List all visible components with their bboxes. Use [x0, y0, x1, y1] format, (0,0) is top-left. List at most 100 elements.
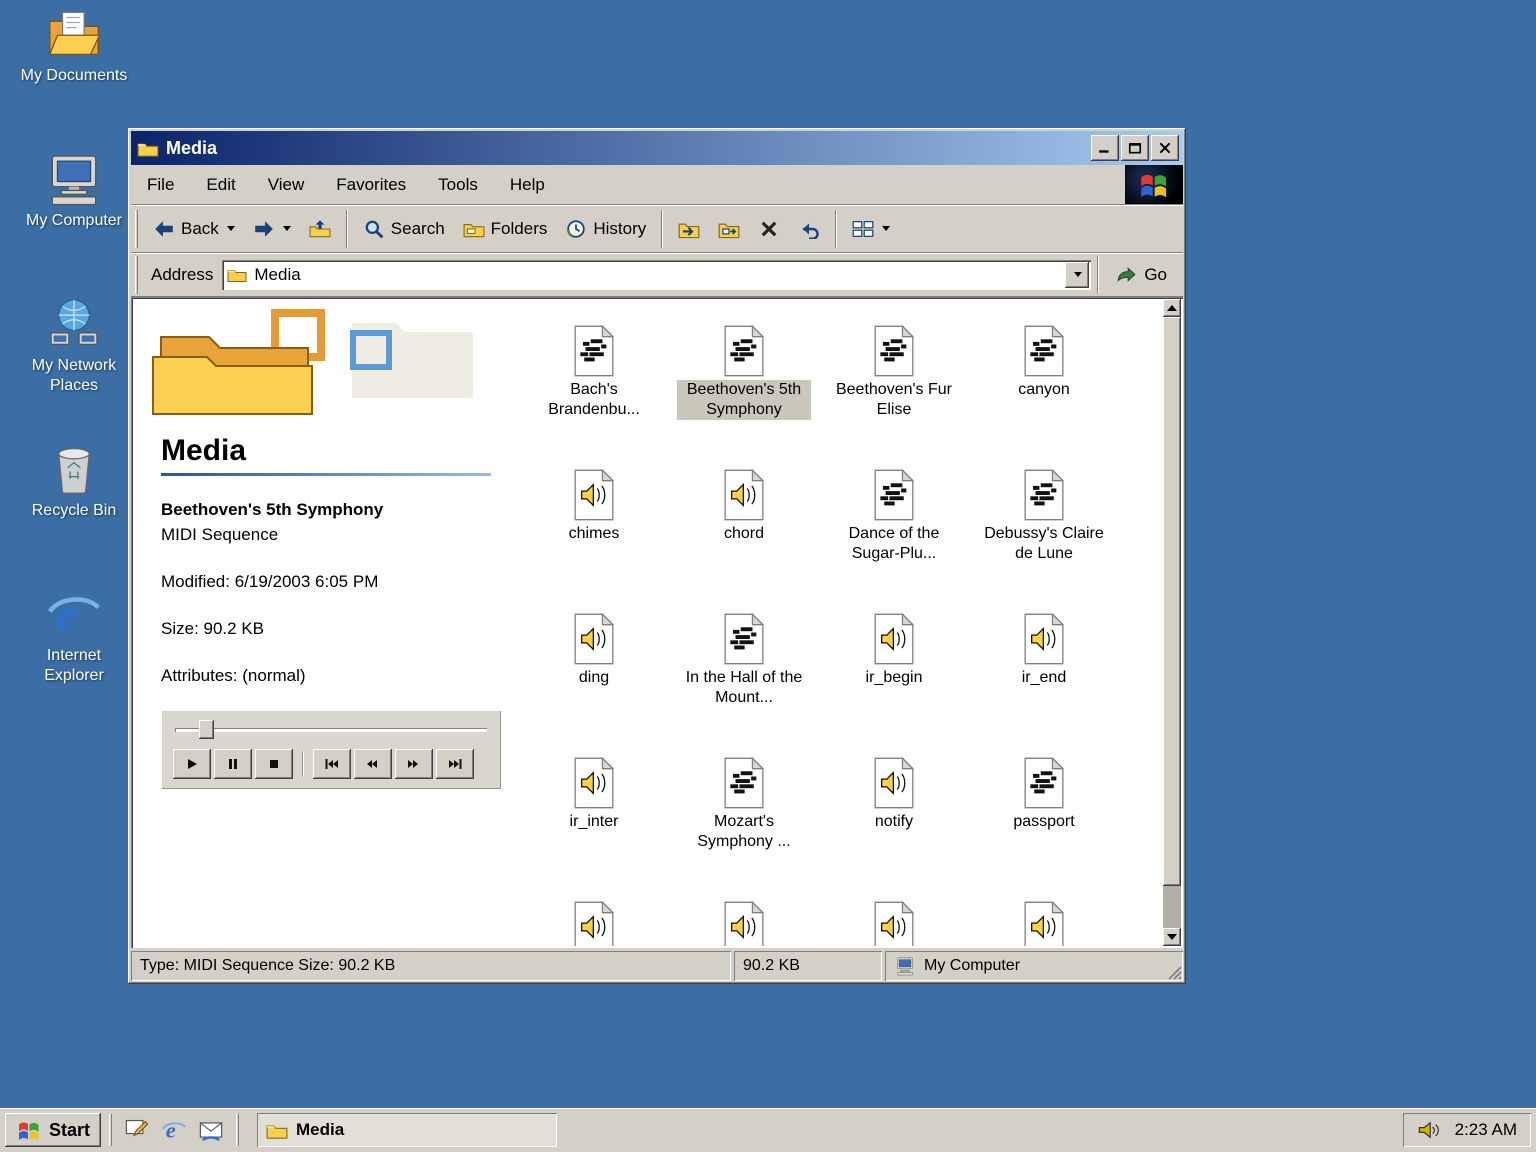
file-item[interactable]: Dance of the Sugar-Plu...: [819, 469, 969, 613]
file-label: passport: [1010, 812, 1077, 832]
file-item[interactable]: ir_begin: [819, 613, 969, 757]
menu-edit[interactable]: Edit: [190, 165, 251, 204]
title-divider: [161, 473, 491, 476]
addressbar-grip[interactable]: [135, 256, 138, 294]
launch-internet-explorer-button[interactable]: e: [157, 1114, 191, 1146]
toolbar-button-label: Search: [391, 219, 445, 239]
vertical-scrollbar[interactable]: [1163, 299, 1181, 946]
player-seek-slider[interactable]: [173, 720, 489, 740]
file-item[interactable]: Debussy's Claire de Lune: [969, 469, 1119, 613]
task-button-media[interactable]: Media: [257, 1113, 557, 1147]
address-dropdown-button[interactable]: [1065, 262, 1089, 288]
desktop-icon-internet-explorer[interactable]: eInternet Explorer: [8, 586, 140, 731]
desktop-icon-recycle-bin[interactable]: Recycle Bin: [8, 441, 140, 586]
close-button[interactable]: [1151, 135, 1179, 161]
file-item[interactable]: [519, 901, 669, 946]
my-network-places-icon: [46, 296, 102, 352]
scroll-thumb[interactable]: [1163, 317, 1181, 886]
maximize-button[interactable]: [1121, 135, 1149, 161]
folder-title: Media: [161, 434, 511, 468]
file-item[interactable]: [819, 901, 969, 946]
file-item[interactable]: passport: [969, 757, 1119, 901]
svg-text:e: e: [166, 1118, 176, 1143]
file-item[interactable]: Beethoven's Fur Elise: [819, 325, 969, 469]
show-desktop-button[interactable]: [120, 1114, 154, 1146]
skip-end-button[interactable]: [436, 749, 474, 779]
folder-content: Media Beethoven's 5th Symphony MIDI Sequ…: [131, 297, 1183, 948]
wave-file-icon: [872, 613, 916, 665]
slider-thumb[interactable]: [199, 720, 214, 739]
slider-track[interactable]: [175, 728, 487, 732]
file-item[interactable]: Mozart's Symphony ...: [669, 757, 819, 901]
desktop-icon-my-documents[interactable]: My Documents: [8, 6, 140, 151]
midi-file-icon: [872, 469, 916, 521]
file-item[interactable]: [969, 901, 1119, 946]
taskbar-grip[interactable]: [109, 1114, 112, 1146]
skip-start-button[interactable]: [313, 749, 351, 779]
toolbar-grip[interactable]: [135, 210, 138, 248]
launch-outlook-express-button[interactable]: [194, 1114, 228, 1146]
fast-forward-button[interactable]: [395, 749, 433, 779]
menu-tools[interactable]: Tools: [422, 165, 494, 204]
toolbar: Back Search FoldersHistory: [131, 205, 1183, 253]
desktop-icon-my-network-places[interactable]: My Network Places: [8, 296, 140, 441]
play-button[interactable]: [173, 749, 211, 779]
file-item[interactable]: Beethoven's 5th Symphony: [669, 325, 819, 469]
menu-help[interactable]: Help: [494, 165, 561, 204]
stop-button[interactable]: [255, 749, 293, 779]
recycle-bin-icon: [46, 441, 102, 497]
search-button[interactable]: Search: [354, 209, 454, 249]
start-button[interactable]: Start: [5, 1113, 101, 1147]
delete-button[interactable]: [749, 209, 789, 249]
menubar: FileEditViewFavoritesToolsHelp: [131, 165, 1183, 205]
chevron-down-icon[interactable]: [882, 226, 890, 231]
menu-view[interactable]: View: [252, 165, 321, 204]
chevron-down-icon: [1074, 272, 1082, 277]
my-computer-icon: [46, 151, 102, 207]
copy-to-icon: [718, 219, 740, 239]
views-icon: [852, 219, 874, 239]
history-button[interactable]: History: [556, 209, 655, 249]
resize-grip[interactable]: [1168, 966, 1182, 980]
file-item[interactable]: ding: [519, 613, 669, 757]
desktop-icon-my-computer[interactable]: My Computer: [8, 151, 140, 296]
file-label: chimes: [566, 524, 623, 544]
rewind-button[interactable]: [354, 749, 392, 779]
scroll-down-button[interactable]: [1163, 928, 1181, 946]
move-to-button[interactable]: [669, 209, 709, 249]
file-item[interactable]: canyon: [969, 325, 1119, 469]
file-item[interactable]: [669, 901, 819, 946]
pause-button[interactable]: [214, 749, 252, 779]
desktop-icon-label: Recycle Bin: [32, 501, 116, 521]
file-item[interactable]: Bach's Brandenbu...: [519, 325, 669, 469]
scroll-up-button[interactable]: [1163, 299, 1181, 317]
taskbar-grip[interactable]: [236, 1114, 239, 1146]
desktop-icon-label: My Documents: [21, 66, 128, 86]
back-button[interactable]: Back: [144, 209, 244, 249]
go-button[interactable]: Go: [1105, 255, 1177, 295]
file-item[interactable]: ir_inter: [519, 757, 669, 901]
windows-logo: [1125, 165, 1183, 204]
windows-flag-icon: [16, 1119, 42, 1142]
views-button[interactable]: [843, 209, 899, 249]
up-button[interactable]: [300, 209, 340, 249]
file-item[interactable]: chord: [669, 469, 819, 613]
folders-button[interactable]: Folders: [454, 209, 557, 249]
minimize-button[interactable]: [1091, 135, 1119, 161]
chevron-down-icon[interactable]: [227, 226, 235, 231]
file-item[interactable]: chimes: [519, 469, 669, 613]
undo-button[interactable]: [789, 209, 829, 249]
chevron-down-icon[interactable]: [283, 226, 291, 231]
forward-button[interactable]: [244, 209, 300, 249]
menu-favorites[interactable]: Favorites: [320, 165, 422, 204]
selected-file-type: MIDI Sequence: [161, 525, 511, 545]
copy-to-button[interactable]: [709, 209, 749, 249]
file-item[interactable]: In the Hall of the Mount...: [669, 613, 819, 757]
titlebar[interactable]: Media: [131, 131, 1183, 165]
file-label: Dance of the Sugar-Plu...: [827, 524, 961, 564]
volume-icon[interactable]: [1417, 1119, 1441, 1141]
address-combobox[interactable]: Media: [222, 260, 1091, 290]
menu-file[interactable]: File: [131, 165, 190, 204]
file-item[interactable]: ir_end: [969, 613, 1119, 757]
file-item[interactable]: notify: [819, 757, 969, 901]
